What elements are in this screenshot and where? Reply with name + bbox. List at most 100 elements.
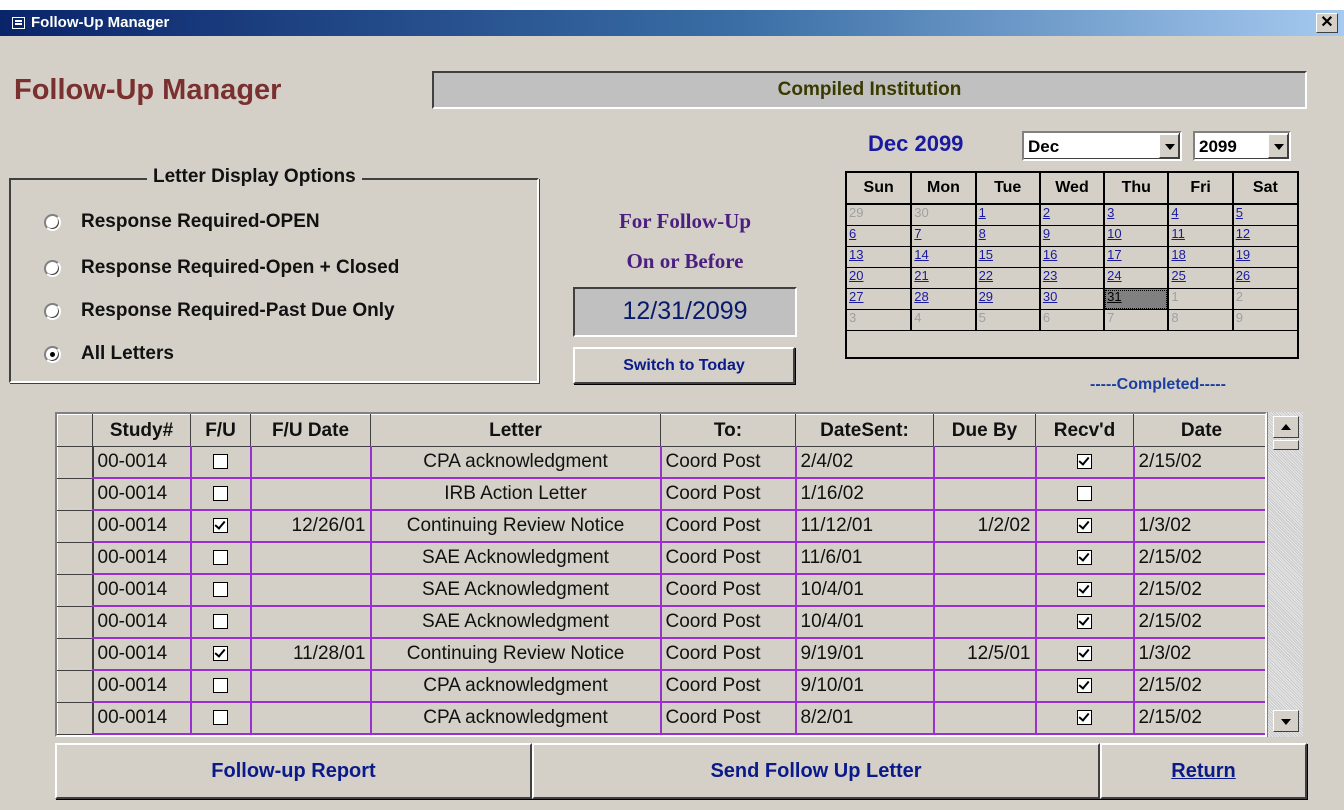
- scroll-down-icon[interactable]: [1273, 710, 1299, 732]
- cell-date-sent[interactable]: 10/4/01: [795, 606, 935, 639]
- grid-scrollbar[interactable]: [1267, 412, 1303, 737]
- scroll-up-icon[interactable]: [1273, 416, 1299, 438]
- row-selector[interactable]: [57, 701, 93, 735]
- cell-study[interactable]: 00-0014: [91, 510, 192, 543]
- radio-response-open[interactable]: Response Required-OPEN: [44, 208, 320, 236]
- cell-to[interactable]: Coord Post: [660, 574, 797, 607]
- table-row[interactable]: 00-0014 11/28/01 Continuing Review Notice C…: [57, 637, 1265, 671]
- calendar-day[interactable]: 24: [1104, 267, 1170, 289]
- fu-checkbox[interactable]: [213, 518, 228, 534]
- column-header[interactable]: F/U Date: [250, 414, 371, 447]
- recvd-checkbox[interactable]: [1077, 454, 1092, 470]
- column-header[interactable]: F/U: [190, 414, 251, 447]
- calendar-day[interactable]: 26: [1232, 267, 1297, 289]
- recvd-checkbox[interactable]: [1077, 518, 1092, 534]
- cell-date-sent[interactable]: 9/10/01: [795, 670, 935, 703]
- calendar-day[interactable]: 15: [975, 246, 1041, 268]
- cell-recvd[interactable]: [1035, 446, 1135, 479]
- cell-letter[interactable]: SAE Acknowledgment: [370, 542, 662, 575]
- calendar-day[interactable]: 20: [847, 267, 913, 289]
- column-header[interactable]: Letter: [370, 414, 661, 447]
- cell-fu[interactable]: [190, 478, 252, 511]
- cell-due-by[interactable]: [933, 478, 1037, 511]
- cell-date-sent[interactable]: 10/4/01: [795, 574, 935, 607]
- calendar-day[interactable]: 2: [1039, 204, 1106, 226]
- row-selector[interactable]: [57, 637, 93, 671]
- row-selector[interactable]: [57, 509, 93, 543]
- cell-recvd[interactable]: [1035, 510, 1135, 543]
- cell-date[interactable]: [1133, 478, 1265, 511]
- calendar-day[interactable]: 29: [975, 288, 1041, 310]
- cell-study[interactable]: 00-0014: [91, 478, 192, 511]
- cell-recvd[interactable]: [1035, 574, 1135, 607]
- calendar-day[interactable]: 7: [1104, 309, 1170, 331]
- close-button[interactable]: ✕: [1316, 13, 1338, 33]
- calendar-day[interactable]: 29: [847, 204, 913, 226]
- radio-past-due-only[interactable]: Response Required-Past Due Only: [44, 297, 395, 325]
- send-follow-up-letter-button[interactable]: Send Follow Up Letter: [532, 743, 1100, 799]
- chevron-down-icon[interactable]: [1268, 134, 1288, 158]
- calendar-day[interactable]: 5: [1232, 204, 1297, 226]
- cell-fu-date[interactable]: [250, 542, 372, 575]
- cell-due-by[interactable]: 1/2/02: [933, 510, 1037, 543]
- followup-date-field[interactable]: 12/31/2099: [573, 287, 797, 337]
- cell-study[interactable]: 00-0014: [91, 542, 192, 575]
- table-row[interactable]: 00-0014 12/26/01 Continuing Review Notice C…: [57, 509, 1265, 543]
- cell-recvd[interactable]: [1035, 606, 1135, 639]
- cell-to[interactable]: Coord Post: [660, 478, 797, 511]
- recvd-checkbox[interactable]: [1077, 646, 1092, 662]
- cell-letter[interactable]: Continuing Review Notice: [370, 510, 662, 543]
- row-selector-header[interactable]: [57, 414, 93, 447]
- radio-all-letters[interactable]: All Letters: [44, 340, 174, 368]
- calendar-day[interactable]: 28: [911, 288, 977, 310]
- cell-fu-date[interactable]: [250, 478, 372, 511]
- row-selector[interactable]: [57, 446, 93, 479]
- table-row[interactable]: 00-0014 CPA acknowledgment Coord Post 2/4/0…: [57, 446, 1265, 479]
- column-header[interactable]: Study#: [92, 414, 191, 447]
- calendar-day[interactable]: 27: [847, 288, 913, 310]
- return-button[interactable]: Return: [1100, 743, 1307, 799]
- calendar-day[interactable]: 8: [975, 225, 1041, 247]
- table-row[interactable]: 00-0014 SAE Acknowledgment Coord Post 10/4/…: [57, 573, 1265, 607]
- cell-due-by[interactable]: [933, 574, 1037, 607]
- cell-study[interactable]: 00-0014: [91, 606, 192, 639]
- recvd-checkbox[interactable]: [1077, 486, 1092, 502]
- fu-checkbox[interactable]: [213, 486, 228, 502]
- cell-to[interactable]: Coord Post: [660, 702, 797, 735]
- cell-fu[interactable]: [190, 446, 252, 479]
- calendar-day[interactable]: 10: [1104, 225, 1170, 247]
- column-header[interactable]: DateSent:: [795, 414, 934, 447]
- cell-fu[interactable]: [190, 574, 252, 607]
- cell-recvd[interactable]: [1035, 702, 1135, 735]
- follow-up-report-button[interactable]: Follow-up Report: [55, 743, 532, 799]
- cell-to[interactable]: Coord Post: [660, 446, 797, 479]
- table-row[interactable]: 00-0014 SAE Acknowledgment Coord Post 10/4/…: [57, 605, 1265, 639]
- cell-fu-date[interactable]: [250, 574, 372, 607]
- calendar-day[interactable]: 9: [1039, 225, 1106, 247]
- table-row[interactable]: 00-0014 IRB Action Letter Coord Post 1/16/0…: [57, 477, 1265, 511]
- cell-fu[interactable]: [190, 510, 252, 543]
- cell-fu-date[interactable]: [250, 670, 372, 703]
- switch-to-today-button[interactable]: Switch to Today: [573, 347, 795, 384]
- cell-letter[interactable]: CPA acknowledgment: [370, 702, 662, 735]
- column-header[interactable]: To:: [660, 414, 796, 447]
- cell-study[interactable]: 00-0014: [91, 574, 192, 607]
- fu-checkbox[interactable]: [213, 582, 228, 598]
- cell-due-by[interactable]: [933, 446, 1037, 479]
- cell-date-sent[interactable]: 9/19/01: [795, 638, 935, 671]
- calendar-day[interactable]: 12: [1232, 225, 1297, 247]
- row-selector[interactable]: [57, 573, 93, 607]
- cell-due-by[interactable]: [933, 606, 1037, 639]
- cell-date[interactable]: 2/15/02: [1133, 542, 1265, 575]
- calendar-day[interactable]: 17: [1104, 246, 1170, 268]
- cell-date[interactable]: 2/15/02: [1133, 574, 1265, 607]
- fu-checkbox[interactable]: [213, 646, 228, 662]
- calendar-day[interactable]: 25: [1168, 267, 1234, 289]
- cell-to[interactable]: Coord Post: [660, 638, 797, 671]
- cell-fu-date[interactable]: 11/28/01: [250, 638, 372, 671]
- calendar-day[interactable]: 5: [975, 309, 1041, 331]
- recvd-checkbox[interactable]: [1077, 678, 1092, 694]
- cell-letter[interactable]: CPA acknowledgment: [370, 670, 662, 703]
- cell-fu-date[interactable]: 12/26/01: [250, 510, 372, 543]
- cell-fu[interactable]: [190, 606, 252, 639]
